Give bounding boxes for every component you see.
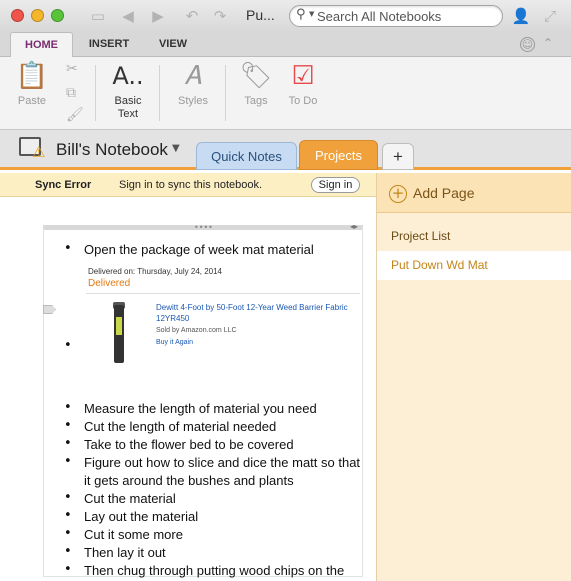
close-window-button[interactable] [11,9,24,22]
bullet: • [64,418,72,433]
page-item-put-down-wd-mat[interactable]: Put Down Wd Mat [377,251,571,280]
list-item[interactable]: Then lay it out [84,545,166,560]
chevron-down-icon: ▼ [309,10,315,18]
feedback-smiley-icon[interactable]: ☺ [520,37,535,52]
styles-a-icon: 𝐴 [184,61,202,91]
list-item[interactable]: Lay out the material [84,509,198,524]
embedded-order-image[interactable]: Delivered on: Thursday, July 24, 2014 De… [86,265,362,391]
cut-icon[interactable]: ✂ [66,61,78,77]
undo-icon[interactable]: ↶ [182,6,202,26]
ribbon: 📋 Paste ✂ ⧉ 🖌 A.. Basic Text 𝐴 Styles 🏷 … [0,57,571,130]
notebook-name[interactable]: Bill's Notebook [56,140,168,160]
bullet: • [64,490,72,505]
bullet: • [64,454,72,469]
bullet: • [64,338,72,353]
ribbon-divider [225,65,226,121]
tab-view[interactable]: VIEW [148,32,198,57]
todo-button[interactable]: ☑ To Do [282,57,324,108]
buy-again-link[interactable]: Buy it Again [156,339,193,346]
checkbox-icon: ☑ [291,61,315,91]
paste-button[interactable]: 📋 Paste [12,57,52,108]
list-item[interactable]: Measure the length of material you need [84,401,317,416]
sign-in-button[interactable]: Sign in [311,177,360,193]
resize-arrows-icon[interactable]: ◂▸ [350,222,358,231]
window-title: Pu... [246,7,275,23]
font-a-icon: A.. [112,62,144,90]
product-label [116,317,122,335]
product-link[interactable]: Dewitt 4-Foot by 50-Foot 12-Year Weed Ba… [156,302,356,324]
tab-insert[interactable]: INSERT [80,32,138,57]
styles-button[interactable]: 𝐴 Styles [170,57,216,108]
ribbon-divider [159,65,160,121]
list-item[interactable]: Figure out how to slice and dice the mat… [84,454,364,490]
section-tab-projects[interactable]: Projects [299,140,378,170]
search-icon: ⚲ [296,7,306,22]
search-input[interactable] [317,8,497,24]
delivered-on-text: Delivered on: Thursday, July 24, 2014 [88,267,223,276]
note-container[interactable]: •••• ◂▸ • Open the package of week mat m… [43,222,364,578]
sync-message: Sign in to sync this notebook. [119,179,263,191]
bullet: • [64,241,72,256]
ribbon-tab-bar: HOME INSERT VIEW [0,32,571,58]
chevron-down-icon[interactable]: ▼ [172,143,180,154]
list-item[interactable]: Cut the length of material needed [84,419,276,434]
onenote-window: ▭ ◀ ▶ ↶ ↷ Pu... ⚲ ▼ 👤 ⤢ HOME INSERT VIEW… [0,0,571,581]
tab-home[interactable]: HOME [10,32,73,58]
collapse-ribbon-icon[interactable]: ⌃ [543,36,553,50]
divider [86,293,360,294]
warning-icon: ⚠ [32,143,46,161]
bullet: • [64,544,72,559]
bullet: • [64,508,72,523]
redo-icon[interactable]: ↷ [210,6,230,26]
list-item[interactable]: Take to the flower bed to be covered [84,437,294,452]
zoom-window-button[interactable] [51,9,64,22]
page-item-project-list[interactable]: Project List [377,222,571,251]
sync-error-bar: Sync Error Sign in to sync this notebook… [0,173,376,197]
add-section-button[interactable]: + [382,143,414,170]
plus-circle-icon: + [389,185,407,203]
list-item[interactable]: Open the package of week mat material [84,242,314,257]
title-bar: ▭ ◀ ▶ ↶ ↷ Pu... ⚲ ▼ 👤 ⤢ [0,0,571,32]
delivered-status: Delivered [88,278,131,289]
note-canvas[interactable]: •••• ◂▸ • Open the package of week mat m… [0,197,376,581]
copy-icon[interactable]: ⧉ [66,85,76,101]
bullet: • [64,526,72,541]
basic-text-button[interactable]: A.. Basic Text [105,57,151,121]
folder-icon[interactable]: ▭ [88,6,108,26]
list-item[interactable]: Cut the material [84,491,176,506]
list-item[interactable]: Cut it some more [84,527,183,542]
tags-button[interactable]: 🏷 Tags [236,57,276,108]
back-icon[interactable]: ◀ [118,6,138,26]
bullet: • [64,400,72,415]
search-box[interactable]: ⚲ ▼ [289,5,503,27]
bullet: • [64,436,72,451]
share-user-icon[interactable]: 👤 [511,6,531,26]
tag-icon: 🏷 [239,61,273,91]
list-item[interactable]: Then chug through putting wood chips on … [84,562,364,581]
forward-icon[interactable]: ▶ [148,6,168,26]
ribbon-divider [95,65,96,121]
fullscreen-icon[interactable]: ⤢ [540,6,560,26]
bullet: • [64,562,72,577]
sync-error-label: Sync Error [35,179,92,191]
drag-handle-icon[interactable]: •••• [194,223,213,232]
clipboard-icon: 📋 [15,61,49,91]
format-painter-icon[interactable]: 🖌 [66,107,84,123]
add-page-button[interactable]: + Add Page [377,173,571,213]
section-tab-quick-notes[interactable]: Quick Notes [196,142,297,170]
minimize-window-button[interactable] [31,9,44,22]
page-list-pane: + Add Page Project List Put Down Wd Mat [376,173,571,581]
sold-by-text: Sold by Amazon.com LLC [156,327,237,334]
